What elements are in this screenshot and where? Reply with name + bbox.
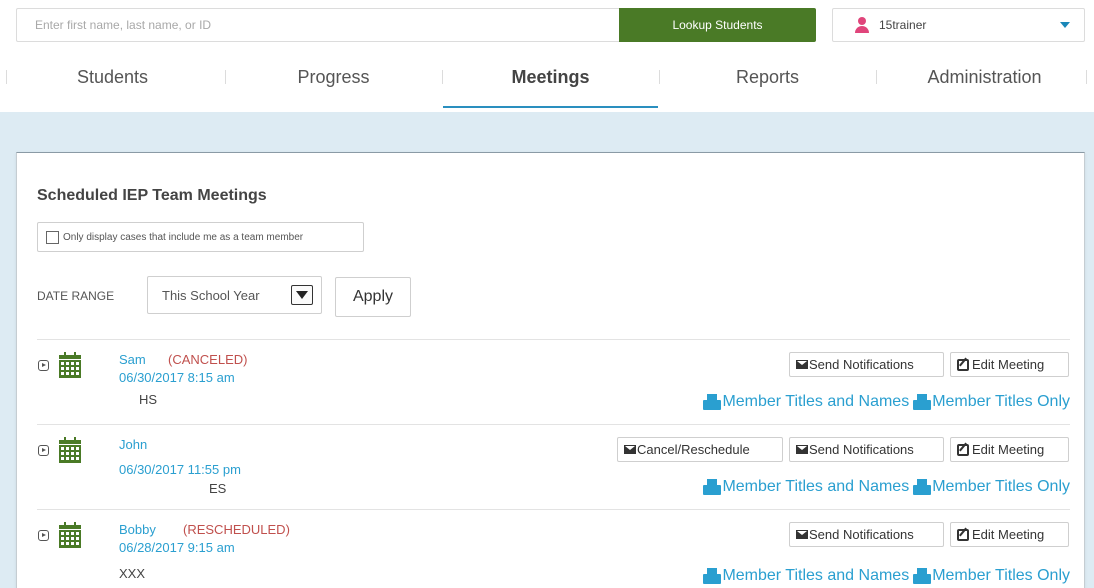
edit-icon [957, 528, 969, 541]
apply-button[interactable]: Apply [335, 277, 411, 317]
main-nav: Students Progress Meetings Reports Admin… [0, 58, 1094, 110]
printer-icon [703, 568, 722, 584]
button-label: Send Notifications [809, 357, 914, 372]
print-member-titles-only-link[interactable]: Member Titles Only [913, 567, 1070, 585]
date-range-label: DATE RANGE [37, 289, 115, 303]
user-menu[interactable]: 15trainer [832, 8, 1085, 42]
calendar-icon [59, 522, 81, 548]
expand-icon[interactable] [38, 360, 49, 371]
edit-meeting-button[interactable]: Edit Meeting [950, 522, 1069, 547]
student-name[interactable]: Bobby [119, 522, 156, 537]
lookup-students-button[interactable]: Lookup Students [619, 8, 816, 42]
send-notifications-button[interactable]: Send Notifications [789, 522, 944, 547]
envelope-icon [796, 445, 808, 454]
edit-meeting-button[interactable]: Edit Meeting [950, 437, 1069, 462]
panel-title: Scheduled IEP Team Meetings [37, 187, 267, 204]
print-links: Member Titles and Names Member Titles On… [703, 567, 1070, 585]
print-links: Member Titles and Names Member Titles On… [703, 393, 1070, 411]
meeting-status: (RESCHEDULED) [183, 522, 290, 537]
tab-reports[interactable]: Reports [659, 58, 876, 110]
expand-icon[interactable] [38, 445, 49, 456]
printer-icon [703, 394, 722, 410]
search-input[interactable] [16, 8, 619, 42]
link-label: Member Titles Only [932, 478, 1070, 495]
student-name[interactable]: Sam [119, 352, 146, 367]
tab-meetings[interactable]: Meetings [442, 58, 659, 110]
calendar-icon [59, 437, 81, 463]
meeting-row: Sam (CANCELED) 06/30/2017 8:15 am HS Sen… [37, 339, 1070, 424]
printer-icon [913, 568, 932, 584]
expand-icon[interactable] [38, 530, 49, 541]
meeting-row: Bobby (RESCHEDULED) 06/28/2017 9:15 am X… [37, 509, 1070, 588]
tab-progress[interactable]: Progress [225, 58, 442, 110]
printer-icon [913, 394, 932, 410]
cancel-reschedule-button[interactable]: Cancel/Reschedule [617, 437, 783, 462]
team-member-filter-label: Only display cases that include me as a … [63, 231, 304, 243]
student-name[interactable]: John [119, 437, 147, 452]
button-label: Edit Meeting [972, 357, 1045, 372]
chevron-down-icon [291, 285, 313, 305]
button-label: Cancel/Reschedule [637, 442, 750, 457]
envelope-icon [624, 445, 636, 454]
button-label: Send Notifications [809, 527, 914, 542]
button-label: Edit Meeting [972, 527, 1045, 542]
link-label: Member Titles and Names [722, 393, 910, 410]
print-member-titles-and-names-link[interactable]: Member Titles and Names [703, 567, 909, 585]
edit-icon [957, 443, 969, 456]
caret-down-icon [1060, 22, 1070, 28]
user-name: 15trainer [879, 18, 927, 32]
meeting-school: HS [139, 392, 158, 407]
envelope-icon [796, 530, 808, 539]
print-member-titles-and-names-link[interactable]: Member Titles and Names [703, 478, 909, 496]
edit-meeting-button[interactable]: Edit Meeting [950, 352, 1069, 377]
link-label: Member Titles and Names [722, 567, 910, 584]
meeting-datetime: 06/28/2017 9:15 am [119, 540, 235, 555]
meeting-status: (CANCELED) [168, 352, 248, 367]
button-label: Edit Meeting [972, 442, 1045, 457]
printer-icon [703, 479, 722, 495]
send-notifications-button[interactable]: Send Notifications [789, 352, 944, 377]
link-label: Member Titles Only [932, 567, 1070, 584]
link-label: Member Titles Only [932, 393, 1070, 410]
user-icon [855, 17, 869, 33]
meeting-school: ES [209, 481, 227, 496]
meeting-datetime: 06/30/2017 11:55 pm [119, 462, 241, 477]
team-member-filter: Only display cases that include me as a … [37, 222, 364, 252]
button-label: Send Notifications [809, 442, 914, 457]
date-range-select[interactable]: This School Year [147, 276, 322, 314]
print-member-titles-only-link[interactable]: Member Titles Only [913, 393, 1070, 411]
envelope-icon [796, 360, 808, 369]
edit-icon [957, 358, 969, 371]
meeting-row: John 06/30/2017 11:55 pm ES Cancel/Resch… [37, 424, 1070, 509]
print-member-titles-and-names-link[interactable]: Member Titles and Names [703, 393, 909, 411]
send-notifications-button[interactable]: Send Notifications [789, 437, 944, 462]
team-member-checkbox[interactable] [46, 230, 59, 244]
print-member-titles-only-link[interactable]: Member Titles Only [913, 478, 1070, 496]
link-label: Member Titles and Names [722, 478, 910, 495]
date-range-value: This School Year [162, 287, 260, 303]
tab-administration[interactable]: Administration [876, 58, 1093, 110]
meeting-school: XXX [119, 566, 146, 581]
print-links: Member Titles and Names Member Titles On… [703, 478, 1070, 496]
meetings-panel: Scheduled IEP Team Meetings Only display… [16, 152, 1085, 588]
printer-icon [913, 479, 932, 495]
meeting-datetime: 06/30/2017 8:15 am [119, 370, 235, 385]
tab-students[interactable]: Students [0, 58, 225, 110]
calendar-icon [59, 352, 81, 378]
